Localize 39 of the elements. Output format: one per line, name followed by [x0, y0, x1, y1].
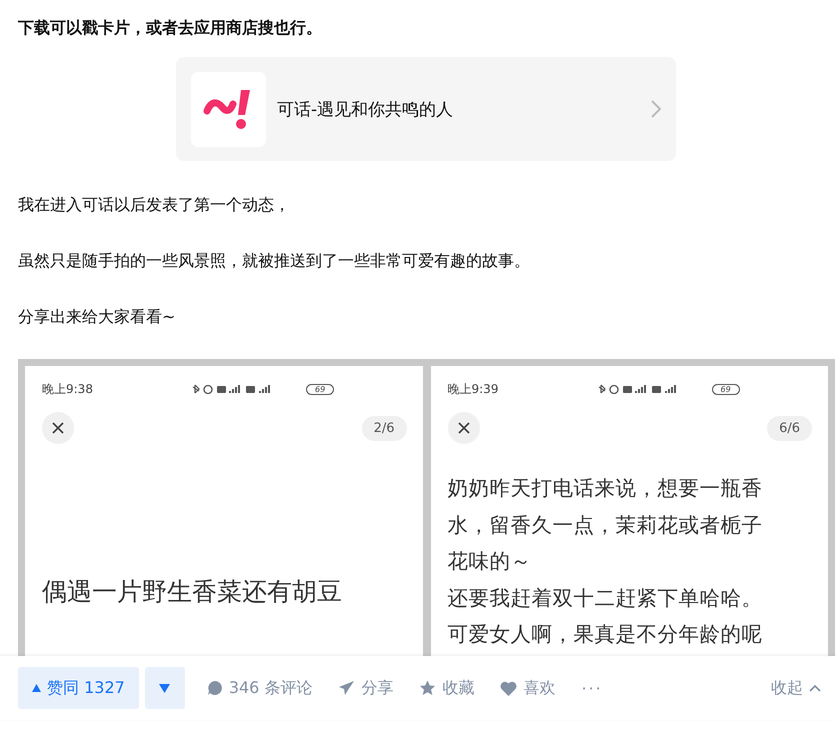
chevron-up-icon [809, 684, 821, 692]
post-text-line: 花味的～ [448, 548, 532, 575]
triangle-down-icon [159, 684, 170, 692]
post-text-line: 还要我赶着双十二赶紧下单哈哈。 [448, 584, 764, 612]
page-counter: 6/6 [767, 416, 812, 440]
chevron-right-icon [651, 100, 661, 118]
status-time: 晚上9:39 [448, 380, 500, 398]
comments-button[interactable]: 346 条评论 [202, 678, 316, 698]
triangle-up-icon [32, 684, 41, 692]
favorite-button[interactable]: 收藏 [415, 678, 478, 698]
downvote-button[interactable] [144, 667, 185, 709]
upvote-button[interactable]: 赞同 1327 [18, 667, 139, 709]
battery-indicator: 69 [306, 384, 334, 394]
paragraph: 我在进入可话以后发表了第一个动态， [18, 194, 291, 216]
heart-icon [500, 680, 518, 696]
app-title: 可话-遇见和你共鸣的人 [277, 98, 454, 120]
like-button[interactable]: 喜欢 [496, 678, 560, 698]
app-logo-icon [191, 72, 266, 146]
speech-bubble-icon [206, 680, 223, 696]
post-text-line: 水，留香久一点，茉莉花或者栀子 [448, 512, 764, 538]
post-text-line: 可爱女人啊，果真是不分年龄的呢 [448, 621, 764, 648]
intro-text: 下载可以戳卡片，或者去应用商店搜也行。 [18, 17, 323, 39]
close-button[interactable] [448, 412, 480, 444]
paper-plane-icon [338, 680, 356, 696]
page-counter: 2/6 [362, 416, 406, 440]
battery-indicator: 69 [712, 384, 740, 394]
post-text-line: 奶奶昨天打电话来说，想要一瓶香 [448, 475, 764, 502]
star-icon [419, 680, 436, 696]
collapse-button[interactable]: 收起 [767, 678, 825, 698]
more-button[interactable]: ··· [577, 678, 607, 698]
share-button[interactable]: 分享 [334, 678, 398, 698]
close-icon [52, 422, 64, 434]
close-icon [458, 422, 470, 434]
app-card[interactable]: 可话-遇见和你共鸣的人 [176, 57, 676, 161]
paragraph: 虽然只是随手拍的一些风景照，就被推送到了一些非常可爱有趣的故事。 [18, 250, 531, 272]
status-time: 晚上9:38 [42, 380, 94, 398]
close-button[interactable] [42, 412, 74, 444]
caption-line: 偶遇一片野生香菜还有胡豆 [42, 576, 343, 608]
paragraph: 分享出来给大家看看~ [18, 306, 176, 328]
